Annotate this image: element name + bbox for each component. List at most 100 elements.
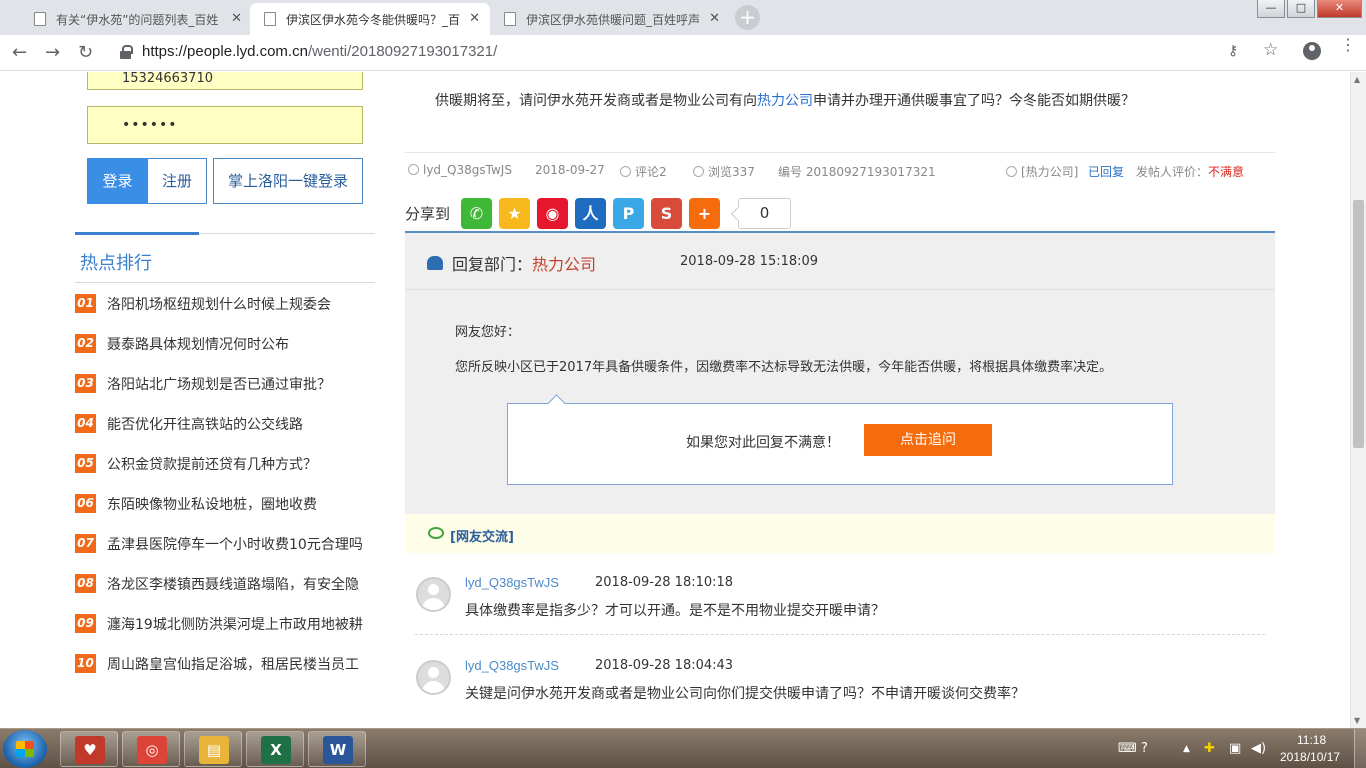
- list-item[interactable]: 10 周山路皇宫仙指足浴城，租居民楼当员工: [75, 644, 375, 684]
- browser-tab-3[interactable]: 伊滨区伊水苑供暖问题_百姓呼声 ✕: [490, 3, 730, 35]
- hot-item-link[interactable]: 公积金贷款提前还贷有几种方式？: [107, 454, 375, 474]
- rank-number: 09: [75, 614, 96, 633]
- hot-item-link[interactable]: 聂泰路具体规划情况何时公布: [107, 334, 375, 354]
- help-icon[interactable]: ?: [1141, 741, 1148, 756]
- chrome-app-icon[interactable]: ◎: [122, 731, 180, 767]
- hot-item-link[interactable]: 孟津县医院停车一个小时收费10元合理吗: [107, 534, 375, 554]
- clock-date[interactable]: 2018/10/17: [1280, 750, 1340, 764]
- list-item[interactable]: 04 能否优化开往高铁站的公交线路: [75, 404, 375, 444]
- scrollbar-thumb[interactable]: [1353, 200, 1364, 448]
- hot-item-link[interactable]: 东陌映像物业私设地桩，圈地收费: [107, 494, 375, 514]
- register-button[interactable]: 注册: [148, 158, 207, 204]
- list-item[interactable]: 02 聂泰路具体规划情况何时公布: [75, 324, 375, 364]
- hot-item-link[interactable]: 瀍海19城北侧防洪渠河堤上市政用地被耕: [107, 614, 375, 634]
- hot-item-link[interactable]: 洛阳机场枢纽规划什么时候上规委会: [107, 294, 375, 314]
- close-window-button[interactable]: ✕: [1317, 0, 1362, 18]
- security-icon[interactable]: ✚: [1204, 741, 1215, 756]
- excel-app-icon[interactable]: X: [246, 731, 304, 767]
- reply-time: 2018-09-28 15:18:09: [680, 254, 819, 269]
- hot-item-link[interactable]: 周山路皇宫仙指足浴城，租居民楼当员工: [107, 654, 375, 674]
- clock-time[interactable]: 11:18: [1297, 733, 1326, 747]
- avatar[interactable]: [416, 660, 451, 695]
- scroll-up-icon[interactable]: ▲: [1354, 75, 1360, 84]
- exchange-title[interactable]: [网友交流]: [450, 526, 514, 545]
- reply-greeting: 网友您好：: [455, 325, 521, 340]
- question-meta-row: lyd_Q38gsTwJS 2018-09-27 评论2 浏览337 编号 20…: [405, 152, 1275, 184]
- rank-number: 02: [75, 334, 96, 353]
- new-tab-button[interactable]: +: [735, 5, 760, 30]
- list-item[interactable]: 03 洛阳站北广场规划是否已通过审批？: [75, 364, 375, 404]
- list-item[interactable]: 05 公积金贷款提前还贷有几种方式？: [75, 444, 375, 484]
- meta-dept[interactable]: [热力公司]: [1006, 163, 1078, 180]
- explorer-app-icon[interactable]: ▤: [184, 731, 242, 767]
- login-button[interactable]: 登录: [87, 158, 148, 204]
- list-item[interactable]: 08 洛龙区李楼镇西聂线道路塌陷，有安全隐: [75, 564, 375, 604]
- tab-close-icon[interactable]: ✕: [709, 11, 720, 26]
- exchange-header: [网友交流]: [405, 514, 1275, 553]
- reload-icon[interactable]: ↻: [78, 42, 93, 63]
- solitaire-app-icon[interactable]: ♥: [60, 731, 118, 767]
- password-field[interactable]: ••••••: [87, 106, 363, 144]
- browser-menu-icon[interactable]: ⋮: [1340, 37, 1356, 53]
- renren-share-icon[interactable]: 人: [575, 198, 606, 229]
- address-bar[interactable]: https://people.lyd.com.cn/wenti/20180927…: [110, 39, 1290, 67]
- weibo-share-icon[interactable]: ◉: [537, 198, 568, 229]
- browser-tab-2[interactable]: 伊滨区伊水苑今冬能供暖吗？_百 ✕: [250, 3, 490, 35]
- tray-expand-icon[interactable]: ▲: [1183, 744, 1190, 754]
- volume-icon[interactable]: ◀): [1251, 741, 1266, 756]
- maximize-button[interactable]: □: [1287, 0, 1315, 18]
- tab-close-icon[interactable]: ✕: [231, 11, 242, 26]
- word-app-icon[interactable]: W: [308, 731, 366, 767]
- question-keyword-link[interactable]: 热力公司: [757, 93, 813, 109]
- back-arrow-icon[interactable]: ←: [12, 42, 27, 63]
- list-item[interactable]: 07 孟津县医院停车一个小时收费10元合理吗: [75, 524, 375, 564]
- meta-user[interactable]: lyd_Q38gsTwJS: [408, 163, 512, 177]
- tencent-weibo-share-icon[interactable]: P: [613, 198, 644, 229]
- username-field[interactable]: 15324663710: [87, 72, 363, 90]
- reply-dept-name[interactable]: 热力公司: [532, 255, 596, 274]
- bookmark-star-icon[interactable]: ☆: [1263, 40, 1278, 60]
- status-badge: 已回复: [1088, 165, 1125, 179]
- browser-tab-bar: 有关“伊水苑”的问题列表_百姓 ✕ 伊滨区伊水苑今冬能供暖吗？_百 ✕ 伊滨区伊…: [0, 0, 1366, 35]
- department-icon: [427, 256, 443, 270]
- network-icon[interactable]: ▣: [1229, 741, 1241, 756]
- comment-user[interactable]: lyd_Q38gsTwJS: [465, 658, 559, 673]
- account-icon[interactable]: [1303, 42, 1321, 60]
- show-desktop-button[interactable]: [1354, 729, 1366, 768]
- minimize-button[interactable]: —: [1257, 0, 1285, 18]
- comment-icon: [620, 166, 631, 177]
- list-item[interactable]: 06 东陌映像物业私设地桩，圈地收费: [75, 484, 375, 524]
- meta-comments[interactable]: 评论2: [620, 163, 667, 180]
- tab-title: 有关“伊水苑”的问题列表_百姓: [56, 12, 219, 27]
- one-key-login-button[interactable]: 掌上洛阳一键登录: [213, 158, 363, 204]
- forward-arrow-icon[interactable]: →: [45, 42, 60, 63]
- list-item[interactable]: 01 洛阳机场枢纽规划什么时候上规委会: [75, 284, 375, 324]
- tab-close-icon[interactable]: ✕: [469, 11, 480, 26]
- user-icon: [408, 164, 419, 175]
- list-item[interactable]: 09 瀍海19城北侧防洪渠河堤上市政用地被耕: [75, 604, 375, 644]
- followup-button[interactable]: 点击追问: [864, 424, 992, 456]
- key-icon[interactable]: ⚷: [1228, 43, 1238, 59]
- url-text[interactable]: https://people.lyd.com.cn/wenti/20180927…: [142, 43, 497, 60]
- question-part-1: 供暖期将至，请问伊水苑开发商或者是物业公司有向: [435, 93, 757, 109]
- avatar[interactable]: [416, 577, 451, 612]
- more-share-icon[interactable]: +: [689, 198, 720, 229]
- start-button[interactable]: [3, 730, 47, 768]
- tab-title: 伊滨区伊水苑供暖问题_百姓呼声: [526, 12, 701, 27]
- wechat-share-icon[interactable]: ✆: [461, 198, 492, 229]
- comment-user[interactable]: lyd_Q38gsTwJS: [465, 575, 559, 590]
- lock-icon[interactable]: [120, 45, 133, 59]
- rank-number: 10: [75, 654, 96, 673]
- comment-text: 关键是问伊水苑开发商或者是物业公司向你们提交供暖申请了吗？不申请开暖谈何交费率？: [465, 686, 1025, 702]
- sina-share-icon[interactable]: S: [651, 198, 682, 229]
- hot-item-link[interactable]: 能否优化开往高铁站的公交线路: [107, 414, 375, 434]
- keyboard-icon[interactable]: ⌨: [1118, 741, 1137, 756]
- page-scrollbar[interactable]: ▲ ▼: [1350, 72, 1366, 728]
- building-icon: [1006, 166, 1017, 177]
- scroll-down-icon[interactable]: ▼: [1354, 716, 1360, 725]
- qzone-share-icon[interactable]: ★: [499, 198, 530, 229]
- hot-item-link[interactable]: 洛阳站北广场规划是否已通过审批？: [107, 374, 375, 394]
- comment-text: 具体缴费率是指多少？才可以开通。是不是不用物业提交开暖申请？: [465, 603, 885, 619]
- browser-tab-1[interactable]: 有关“伊水苑”的问题列表_百姓 ✕: [20, 3, 252, 35]
- hot-item-link[interactable]: 洛龙区李楼镇西聂线道路塌陷，有安全隐: [107, 574, 375, 594]
